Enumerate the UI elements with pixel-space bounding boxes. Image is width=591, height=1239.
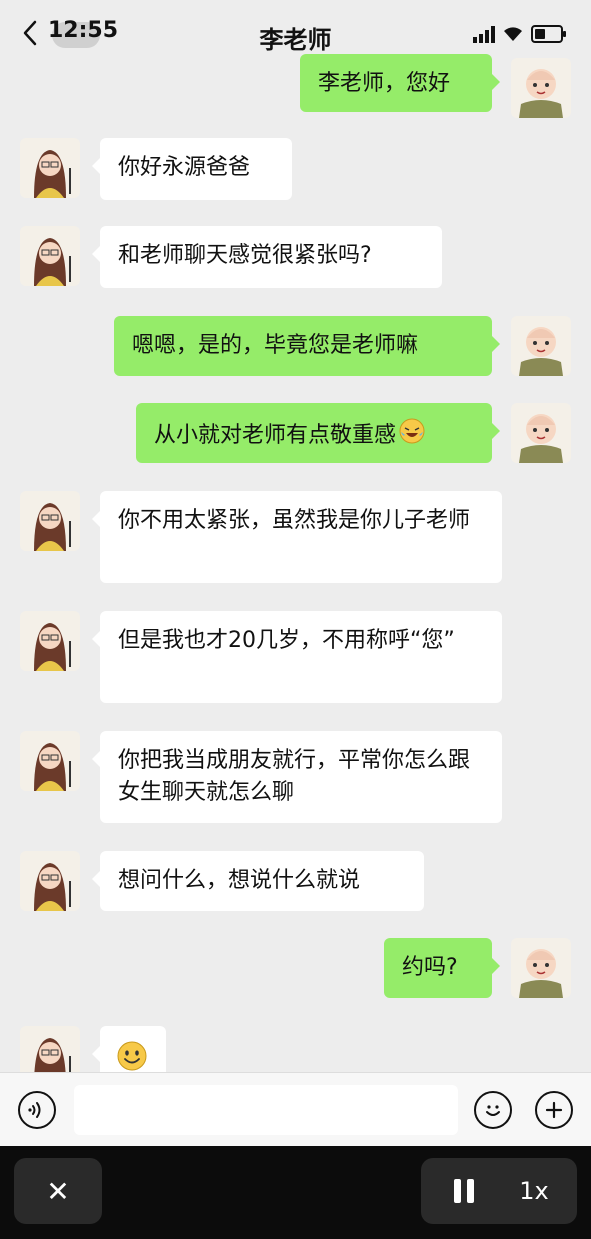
plus-icon[interactable] — [535, 1091, 573, 1129]
laughing-crying-emoji-icon — [398, 417, 426, 455]
playback-controls: 1x — [421, 1158, 577, 1224]
avatar-teacher[interactable] — [20, 851, 80, 911]
avatar-teacher[interactable] — [20, 1026, 80, 1072]
avatar-teacher[interactable] — [20, 226, 80, 286]
smile-emoji-icon — [116, 1040, 148, 1072]
message-bubble[interactable]: 和老师聊天感觉很紧张吗? — [92, 226, 442, 288]
message-text: 你不用太紧张，虽然我是你儿子老师 — [118, 508, 471, 533]
chat-area: 李老师，您好 你好永源爸爸 和老师聊天感觉很紧张吗? 嗯嗯，是的，毕竟您是老师嘛… — [0, 0, 591, 1072]
message-text: 李老师，您好 — [318, 71, 451, 96]
avatar-teacher[interactable] — [20, 611, 80, 671]
message-bubble[interactable]: 但是我也才20几岁，不用称呼“您” — [92, 611, 502, 703]
avatar-teacher[interactable] — [20, 138, 80, 198]
message-bubble[interactable]: 想问什么，想说什么就说 — [92, 851, 424, 911]
avatar-me[interactable] — [511, 403, 571, 463]
message-bubble[interactable] — [92, 1026, 166, 1072]
message-bubble[interactable]: 从小就对老师有点敬重感 — [136, 403, 500, 463]
message-text: 嗯嗯，是的，毕竟您是老师嘛 — [132, 333, 419, 358]
message-bubble[interactable]: 李老师，您好 — [300, 54, 500, 112]
message-text: 和老师聊天感觉很紧张吗? — [118, 243, 372, 268]
player-bar: ✕ 1x — [0, 1146, 591, 1239]
emoji-icon[interactable] — [474, 1091, 512, 1129]
message-text: 约吗? — [402, 955, 458, 980]
message-text: 你好永源爸爸 — [118, 155, 251, 180]
message-bubble[interactable]: 你好永源爸爸 — [92, 138, 292, 200]
input-bar — [0, 1072, 591, 1147]
message-bubble[interactable]: 约吗? — [384, 938, 500, 998]
avatar-me[interactable] — [511, 938, 571, 998]
voice-icon[interactable] — [18, 1091, 56, 1129]
avatar-me[interactable] — [511, 58, 571, 118]
message-bubble[interactable]: 你把我当成朋友就行，平常你怎么跟女生聊天就怎么聊 — [92, 731, 502, 823]
message-text: 你把我当成朋友就行，平常你怎么跟女生聊天就怎么聊 — [118, 748, 471, 805]
avatar-teacher[interactable] — [20, 491, 80, 551]
message-input[interactable] — [74, 1085, 458, 1135]
close-icon: ✕ — [46, 1174, 70, 1208]
close-button[interactable]: ✕ — [14, 1158, 102, 1224]
message-bubble[interactable]: 嗯嗯，是的，毕竟您是老师嘛 — [114, 316, 500, 376]
message-text: 但是我也才20几岁，不用称呼“您” — [118, 628, 455, 653]
avatar-teacher[interactable] — [20, 731, 80, 791]
message-bubble[interactable]: 你不用太紧张，虽然我是你儿子老师 — [92, 491, 502, 583]
message-text: 想问什么，想说什么就说 — [118, 868, 361, 893]
avatar-me[interactable] — [511, 316, 571, 376]
message-text: 从小就对老师有点敬重感 — [154, 423, 397, 448]
pause-icon[interactable] — [429, 1179, 499, 1203]
speed-button[interactable]: 1x — [499, 1177, 569, 1205]
